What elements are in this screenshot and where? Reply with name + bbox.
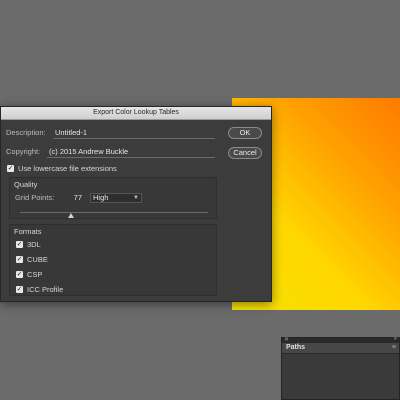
description-underline: [53, 138, 215, 139]
copyright-label: Copyright:: [6, 147, 41, 156]
quality-group: Quality Grid Points: 77 High ▼: [9, 177, 217, 219]
copyright-underline: [47, 157, 215, 158]
quality-slider-track[interactable]: [20, 212, 208, 213]
ok-button[interactable]: OK: [228, 127, 262, 139]
format-checkbox-cube[interactable]: ✓: [16, 256, 23, 263]
tab-paths[interactable]: Paths: [286, 344, 305, 351]
format-checkbox-csp[interactable]: ✓: [16, 271, 23, 278]
grid-points-label: Grid Points:: [15, 193, 55, 202]
formats-title: Formats: [14, 227, 42, 236]
quality-slider-thumb[interactable]: [67, 213, 74, 218]
quality-select-value: High: [93, 193, 109, 202]
paths-panel: ✕ » Paths ≡: [281, 336, 400, 400]
format-label-cube: CUBE: [27, 255, 48, 264]
close-icon[interactable]: ✕: [284, 336, 289, 343]
format-checkbox-3dl[interactable]: ✓: [16, 241, 23, 248]
lowercase-checkbox[interactable]: ✓: [7, 165, 14, 172]
format-label-csp: CSP: [27, 270, 43, 279]
description-field[interactable]: Untitled-1: [55, 128, 87, 137]
collapse-icon[interactable]: »: [394, 336, 397, 342]
format-checkbox-icc[interactable]: ✓: [16, 286, 23, 293]
panel-tabbar: Paths ≡: [282, 343, 399, 354]
quality-select[interactable]: High ▼: [90, 193, 142, 203]
description-label: Description:: [6, 128, 46, 137]
cancel-button[interactable]: Cancel: [228, 147, 262, 159]
chevron-down-icon: ▼: [133, 195, 139, 201]
formats-group: Formats ✓ 3DL ✓ CUBE ✓ CSP ✓ ICC Profile: [9, 224, 217, 296]
copyright-field[interactable]: (c) 2015 Andrew Buckle: [49, 147, 128, 156]
quality-title: Quality: [14, 180, 38, 189]
export-clut-dialog: Export Color Lookup Tables Description: …: [0, 106, 272, 302]
lowercase-label: Use lowercase file extensions: [18, 164, 117, 173]
dialog-title: Export Color Lookup Tables: [1, 107, 271, 120]
format-label-icc: ICC Profile: [27, 285, 64, 294]
panel-menu-icon[interactable]: ≡: [392, 344, 396, 351]
grid-points-field[interactable]: 77: [66, 193, 82, 202]
format-label-3dl: 3DL: [27, 240, 41, 249]
